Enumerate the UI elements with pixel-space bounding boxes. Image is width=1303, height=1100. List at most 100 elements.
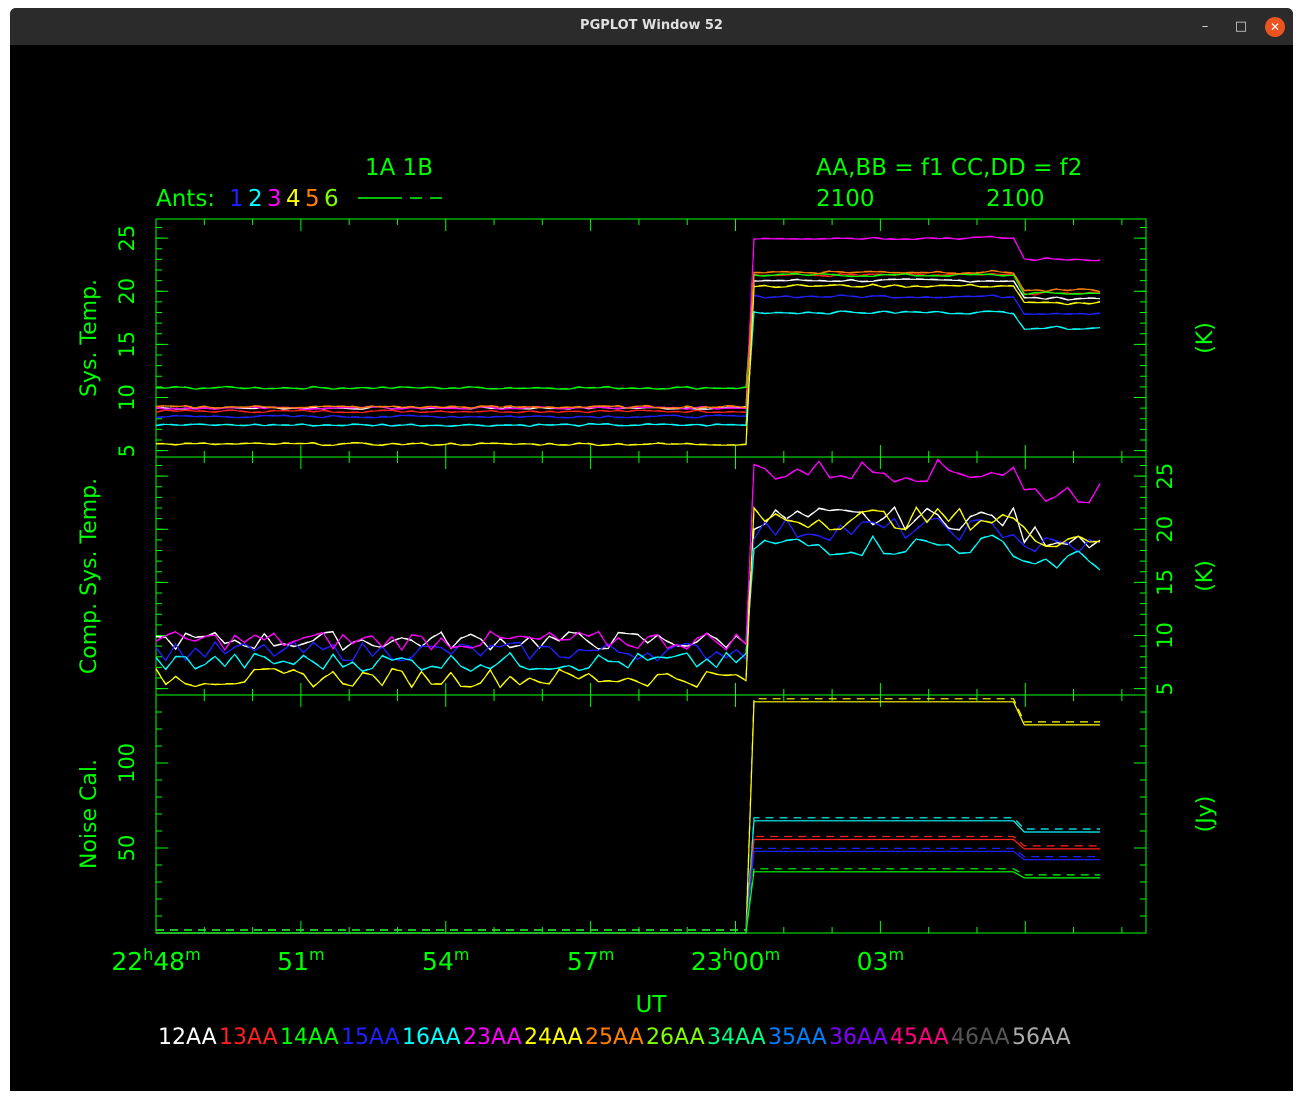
series-23AA-dashed	[155, 458, 1101, 651]
noise-cal-series	[156, 698, 1100, 934]
series-13AA-dashed	[155, 272, 1101, 413]
xtick-label: 51m	[277, 945, 324, 976]
frequency-mapping: AA,BB = f1 CC,DD = f2	[816, 155, 1082, 181]
series-12AA-solid	[155, 506, 1101, 652]
series-16AA-solid	[155, 310, 1101, 428]
series-13AA-solid	[156, 838, 1100, 934]
noise-cal-frame	[155, 694, 1147, 934]
noise-cal-unit: (Jy)	[1193, 796, 1218, 833]
series-23AA-solid	[155, 458, 1101, 652]
xtick-label: 03m	[857, 945, 904, 976]
noise-cal-panel: 50 100 Noise Cal. (Jy)	[77, 694, 1218, 934]
noise-cal-ylabel: Noise Cal.	[77, 759, 102, 869]
series-15AA-dashed	[156, 847, 1100, 931]
ants-digit-1: 1	[229, 186, 244, 212]
comp-sys-temp-panel: 5 10 15 20 25 Comp. Sys. Temp. (K)	[77, 456, 1218, 696]
frequency-1: 2100	[816, 186, 875, 212]
legend-item-14AA: 14AA	[280, 1025, 339, 1050]
legend-item-24AA: 24AA	[524, 1025, 583, 1050]
sys-temp-unit: (K)	[1193, 322, 1218, 354]
xtick-label: 22h48m	[111, 945, 200, 976]
ytick-label: 10	[115, 384, 139, 411]
series-16AA-dashed	[156, 817, 1100, 931]
legend-item-25AA: 25AA	[585, 1025, 644, 1050]
ytick-label: 100	[115, 743, 139, 783]
ants-digit-3: 3	[267, 186, 282, 212]
window-title: PGPLOT Window 52	[580, 18, 723, 33]
series-16AA-solid	[155, 534, 1101, 673]
legend-item-15AA: 15AA	[341, 1025, 400, 1050]
ytick-label: 20	[1153, 516, 1177, 543]
legend-item-26AA: 26AA	[646, 1025, 705, 1050]
legend-item-35AA: 35AA	[768, 1025, 827, 1050]
ytick-label: 5	[115, 444, 139, 457]
close-icon[interactable]: ✕	[1265, 17, 1285, 37]
x-axis-tick-labels: 22h48m 51m 54m 57m 23h00m 03m	[111, 945, 904, 976]
comp-sys-temp-series	[155, 458, 1101, 689]
frequency-2: 2100	[986, 186, 1045, 212]
ants-digit-4: 4	[286, 186, 301, 212]
series-25AA-dashed	[155, 269, 1101, 409]
series-15AA-dashed	[155, 517, 1101, 662]
legend-item-34AA: 34AA	[707, 1025, 766, 1050]
series-12AA-solid	[155, 278, 1101, 410]
legend-item-36AA: 36AA	[829, 1025, 888, 1050]
ytick-label: 15	[115, 331, 139, 358]
series-14AA-dashed	[155, 272, 1100, 390]
ants-digit-2: 2	[248, 186, 263, 212]
sys-temp-ticks: 5 10 15 20 25	[115, 219, 1146, 457]
ytick-label: 15	[1153, 569, 1177, 596]
ants-label: Ants:	[156, 186, 215, 212]
series-12AA-dashed	[155, 278, 1101, 410]
series-16AA-solid	[156, 820, 1100, 934]
ytick-label: 10	[1153, 622, 1177, 649]
legend-item-23AA: 23AA	[463, 1025, 522, 1050]
series-12AA-dashed	[155, 505, 1101, 651]
ants-digit-list: 123456	[229, 186, 339, 212]
x-axis-label: UT	[636, 992, 668, 1018]
ytick-label: 5	[1153, 682, 1177, 695]
series-16AA-dashed	[155, 534, 1101, 672]
title-bar[interactable]: PGPLOT Window 52 – □ ✕	[10, 8, 1293, 45]
baseline-legend: 12AA 13AA 14AA 15AA 16AA 23AA 24AA 25AA 26AA 34AA…	[158, 1025, 1071, 1050]
xtick-label: 54m	[422, 945, 469, 976]
series-13AA-dashed	[156, 835, 1100, 931]
sys-temp-panel: 5 10 15 20 25 Sys. Temp. (K)	[77, 218, 1218, 458]
series-23AA-solid	[155, 236, 1101, 411]
legend-item-45AA: 45AA	[890, 1025, 949, 1050]
legend-item-16AA: 16AA	[402, 1025, 461, 1050]
legend-item-56AA: 56AA	[1012, 1025, 1071, 1050]
series-24AA-dashed	[156, 283, 1101, 446]
series-14AA-solid	[155, 273, 1100, 390]
series-14AA-solid	[156, 871, 1100, 934]
maximize-icon[interactable]: □	[1231, 17, 1251, 37]
series-15AA-solid	[156, 850, 1100, 934]
ytick-label: 25	[1153, 463, 1177, 490]
ytick-label: 25	[115, 225, 139, 252]
xtick-label: 57m	[567, 945, 614, 976]
series-24AA-solid	[156, 283, 1101, 447]
legend-item-46AA: 46AA	[951, 1025, 1010, 1050]
pgplot-canvas: 1A 1B Ants: 123456 AA,BB = f1 CC,DD = f2…	[77, 155, 1218, 1050]
noise-cal-ticks: 50 100	[115, 694, 1146, 934]
minimize-icon[interactable]: –	[1195, 17, 1215, 37]
sys-temp-ylabel: Sys. Temp.	[77, 279, 102, 397]
pgplot-window: PGPLOT Window 52 – □ ✕ 1A 1B Ants: 12345…	[10, 8, 1293, 1091]
series-24AA-dashed	[156, 698, 1100, 931]
sys-temp-frame	[155, 218, 1147, 458]
ants-digit-6: 6	[324, 186, 339, 212]
ants-digit-5: 5	[305, 186, 320, 212]
series-13AA-solid	[155, 273, 1101, 414]
ytick-label: 20	[115, 278, 139, 305]
legend-item-12AA: 12AA	[158, 1025, 217, 1050]
series-14AA-dashed	[156, 868, 1100, 931]
sys-temp-series	[155, 235, 1101, 447]
ytick-label: 50	[115, 835, 139, 862]
series-23AA-dashed	[155, 235, 1101, 410]
series-24AA-dashed	[155, 505, 1101, 689]
legend-item-13AA: 13AA	[219, 1025, 278, 1050]
comp-sys-temp-ylabel: Comp. Sys. Temp.	[77, 478, 102, 674]
comp-sys-temp-unit: (K)	[1193, 560, 1218, 592]
series-24AA-solid	[156, 701, 1100, 934]
xtick-label: 23h00m	[691, 945, 780, 976]
